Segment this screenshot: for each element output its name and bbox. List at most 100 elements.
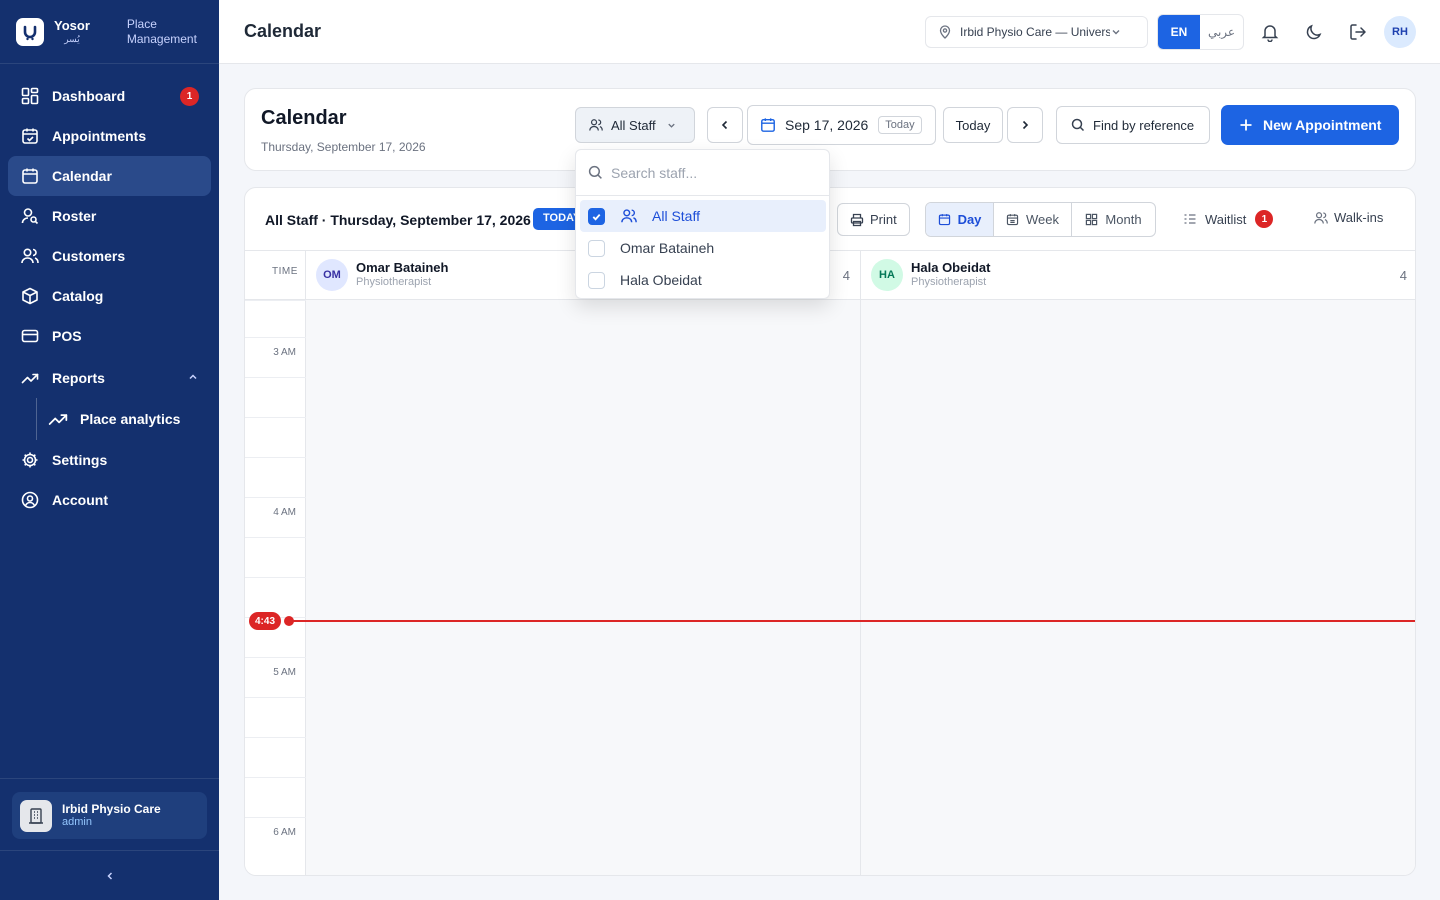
sidebar-item-label: Place analytics xyxy=(80,411,181,427)
user-avatar[interactable]: RH xyxy=(1384,16,1416,48)
trending-icon xyxy=(48,409,68,429)
chevron-down-icon xyxy=(666,120,677,131)
date-picker-button[interactable]: Sep 17, 2026 Today xyxy=(747,105,936,145)
view-week-button[interactable]: Week xyxy=(994,203,1072,236)
staff-appointment-count: 4 xyxy=(1399,268,1407,283)
bell-icon[interactable] xyxy=(1260,22,1280,42)
dropdown-option-label: Omar Bataineh xyxy=(620,240,715,256)
yosor-logo-icon xyxy=(16,17,44,46)
printer-icon xyxy=(850,213,864,227)
time-label: 6 AM xyxy=(273,827,296,838)
find-by-reference-button[interactable]: Find by reference xyxy=(1056,106,1210,144)
sidebar-item-dashboard[interactable]: Dashboard 1 xyxy=(8,76,211,116)
time-label: 4 AM xyxy=(273,507,296,518)
moon-icon[interactable] xyxy=(1304,22,1324,42)
staff-filter-dropdown: All Staff Omar Bataineh Hala Obeidat xyxy=(575,149,830,299)
staff-search xyxy=(576,150,829,196)
logout-icon[interactable] xyxy=(1348,22,1368,42)
staff-avatar: HA xyxy=(871,259,903,291)
waitlist-button[interactable]: Waitlist 1 xyxy=(1183,210,1274,228)
walk-ins-button[interactable]: Walk-ins xyxy=(1314,210,1383,225)
sidebar-item-label: Settings xyxy=(52,452,108,468)
calendar-heading: All Staff · Thursday, September 17, 2026 xyxy=(265,212,531,228)
next-day-button[interactable] xyxy=(1007,107,1043,143)
sidebar-item-pos[interactable]: POS xyxy=(8,316,211,356)
dropdown-option-omar[interactable]: Omar Bataineh xyxy=(580,232,826,264)
chevron-left-icon xyxy=(104,870,116,882)
time-slot xyxy=(245,300,306,340)
sidebar-item-settings[interactable]: Settings xyxy=(8,440,211,480)
users-icon xyxy=(20,246,40,266)
sidebar-item-customers[interactable]: Customers xyxy=(8,236,211,276)
sidebar-item-roster[interactable]: Roster xyxy=(8,196,211,236)
map-pin-icon xyxy=(938,25,952,39)
sidebar-subitem-place-analytics[interactable]: Place analytics xyxy=(8,398,211,440)
sidebar-item-label: Reports xyxy=(52,370,105,386)
user-role: admin xyxy=(62,816,92,829)
time-slot xyxy=(245,457,306,497)
calendar-subtitle: Thursday, September 17, 2026 xyxy=(261,140,426,154)
sidebar: Yosor يُسر Place Management Dashboard 1 … xyxy=(0,0,219,900)
staff-filter-button[interactable]: All Staff xyxy=(575,107,695,143)
lang-en-button[interactable]: EN xyxy=(1158,15,1200,49)
checkbox-unchecked[interactable] xyxy=(588,271,605,289)
sidebar-item-reports[interactable]: Reports xyxy=(8,358,211,398)
grid-icon xyxy=(1085,213,1098,226)
sidebar-item-label: POS xyxy=(52,328,82,344)
staff-column-omar[interactable] xyxy=(306,300,861,875)
sidebar-item-catalog[interactable]: Catalog xyxy=(8,276,211,316)
collapse-sidebar-button[interactable] xyxy=(0,850,219,900)
view-month-button[interactable]: Month xyxy=(1072,203,1155,236)
sidebar-nav: Dashboard 1 Appointments Calendar Roster… xyxy=(0,64,219,532)
time-slot xyxy=(245,417,306,457)
staff-name: Hala Obeidat xyxy=(911,260,991,275)
current-time-label: 4:43 xyxy=(249,612,282,630)
print-button[interactable]: Print xyxy=(837,203,910,236)
sidebar-item-label: Calendar xyxy=(52,168,112,184)
notification-badge: 1 xyxy=(180,87,199,106)
topbar: Calendar Irbid Physio Care — University … xyxy=(219,0,1440,64)
staff-role: Physiotherapist xyxy=(911,276,987,289)
place-select-value: Irbid Physio Care — University Branch xyxy=(960,25,1110,39)
view-day-button[interactable]: Day xyxy=(926,203,994,236)
trending-icon xyxy=(20,368,40,388)
sidebar-item-appointments[interactable]: Appointments xyxy=(8,116,211,156)
time-slot xyxy=(245,777,306,817)
time-slot: 4 AM xyxy=(245,497,306,537)
place-select[interactable]: Irbid Physio Care — University Branch xyxy=(925,16,1148,48)
today-button[interactable]: Today xyxy=(943,107,1003,143)
time-slot xyxy=(245,377,306,417)
language-toggle: EN عربي xyxy=(1157,14,1244,50)
time-slot: 5 AM xyxy=(245,657,306,697)
time-label: 5 AM xyxy=(273,667,296,678)
dropdown-option-label: All Staff xyxy=(652,208,700,224)
user-search-icon xyxy=(20,206,40,226)
sidebar-item-calendar[interactable]: Calendar xyxy=(8,156,211,196)
checkbox-checked[interactable] xyxy=(588,207,605,225)
users-icon xyxy=(589,118,603,132)
waitlist-count-badge: 1 xyxy=(1255,210,1274,228)
staff-name: Omar Bataineh xyxy=(356,260,449,275)
sidebar-footer: Irbid Physio Care admin xyxy=(0,778,219,900)
sidebar-item-label: Appointments xyxy=(52,128,147,144)
brand: Yosor يُسر Place Management xyxy=(0,0,219,64)
dropdown-option-all-staff[interactable]: All Staff xyxy=(580,200,826,232)
dropdown-option-hala[interactable]: Hala Obeidat xyxy=(580,264,826,296)
staff-column-hala[interactable] xyxy=(861,300,1415,875)
lang-ar-button[interactable]: عربي xyxy=(1200,15,1243,49)
today-chip: Today xyxy=(878,116,922,134)
chevron-up-icon[interactable] xyxy=(187,371,199,383)
staff-appointment-count: 4 xyxy=(842,268,850,283)
sidebar-item-account[interactable]: Account xyxy=(8,480,211,520)
brand-name: Yosor xyxy=(54,18,90,33)
checkbox-unchecked[interactable] xyxy=(588,239,605,257)
user-circle-icon xyxy=(20,490,40,510)
time-slot xyxy=(245,737,306,777)
place-card[interactable]: Irbid Physio Care admin xyxy=(12,792,207,839)
staff-search-input[interactable] xyxy=(611,164,811,181)
new-appointment-button[interactable]: New Appointment xyxy=(1221,105,1399,145)
plus-icon xyxy=(1239,118,1253,132)
sidebar-item-label: Roster xyxy=(52,208,97,224)
calendar-icon xyxy=(760,117,776,133)
previous-day-button[interactable] xyxy=(707,107,743,143)
